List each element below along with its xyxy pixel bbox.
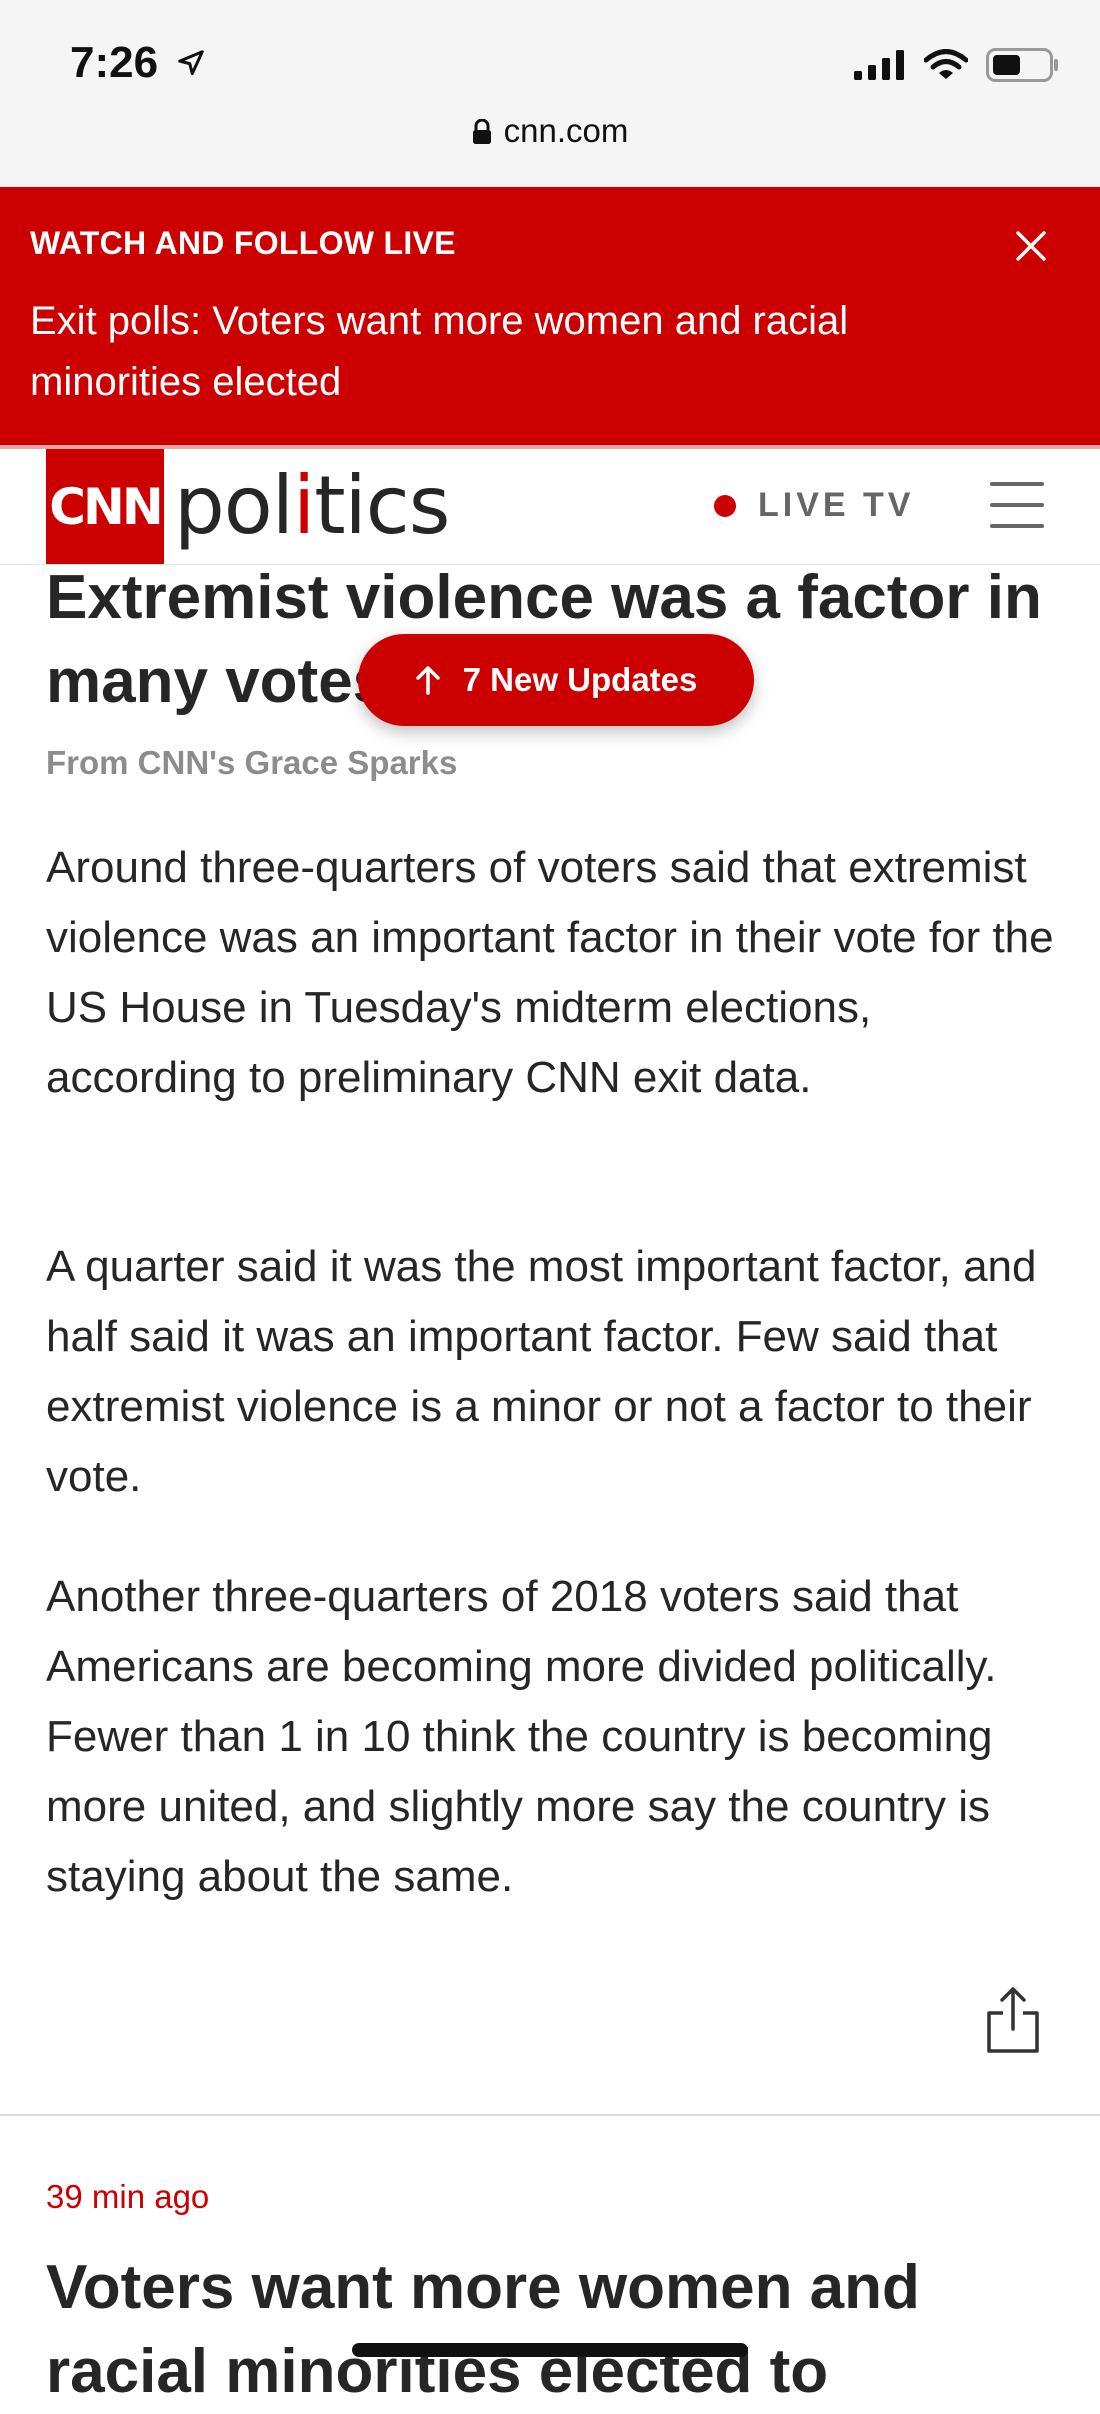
cnn-logo[interactable]: CNN	[46, 449, 164, 564]
article-paragraph: Around three-quarters of voters said tha…	[46, 843, 1054, 1102]
post-headline: Voters want more women and racial minori…	[46, 2253, 920, 2406]
address-bar[interactable]: cnn.com	[0, 112, 1100, 150]
location-arrow-icon	[178, 50, 204, 76]
signal-icon	[854, 50, 904, 80]
banner-headline[interactable]: Exit polls: Voters want more women and r…	[30, 291, 1030, 413]
banner-kicker: WATCH AND FOLLOW LIVE	[30, 225, 456, 261]
share-icon[interactable]	[983, 1985, 1043, 2055]
live-tv-label: LIVE TV	[758, 486, 915, 524]
home-indicator[interactable]	[352, 2343, 748, 2357]
hamburger-menu-icon[interactable]	[990, 479, 1044, 531]
site-nav: CNN politics LIVE TV	[0, 449, 1100, 565]
live-banner[interactable]: WATCH AND FOLLOW LIVE Exit polls: Voters…	[0, 187, 1100, 447]
section-title-part: i	[292, 459, 315, 552]
byline: From CNN's Grace Sparks	[46, 744, 458, 781]
status-icons	[854, 48, 1060, 82]
post-timestamp: 39 min ago	[46, 2178, 210, 2215]
url-text: cnn.com	[503, 112, 629, 149]
new-updates-button[interactable]: 7 New Updates	[358, 634, 754, 726]
article-paragraph: A quarter said it was the most important…	[46, 1242, 1037, 1501]
article-paragraph: Another three-quarters of 2018 voters sa…	[46, 1572, 997, 1901]
lock-icon	[472, 119, 491, 144]
new-updates-label: 7 New Updates	[462, 661, 698, 698]
section-title-part: tics	[314, 459, 450, 552]
arrow-up-icon	[415, 666, 440, 695]
section-title[interactable]: politics	[174, 459, 450, 552]
live-tv-button[interactable]: LIVE TV	[714, 486, 914, 525]
wifi-icon	[924, 49, 968, 79]
close-icon[interactable]	[1010, 225, 1052, 267]
status-time: 7:26	[70, 38, 159, 87]
section-title-part: pol	[174, 459, 294, 552]
battery-icon	[986, 48, 1058, 82]
status-bar: 7:26 cnn.com	[0, 0, 1100, 187]
live-dot-icon	[714, 494, 736, 517]
post-divider	[0, 2114, 1100, 2116]
